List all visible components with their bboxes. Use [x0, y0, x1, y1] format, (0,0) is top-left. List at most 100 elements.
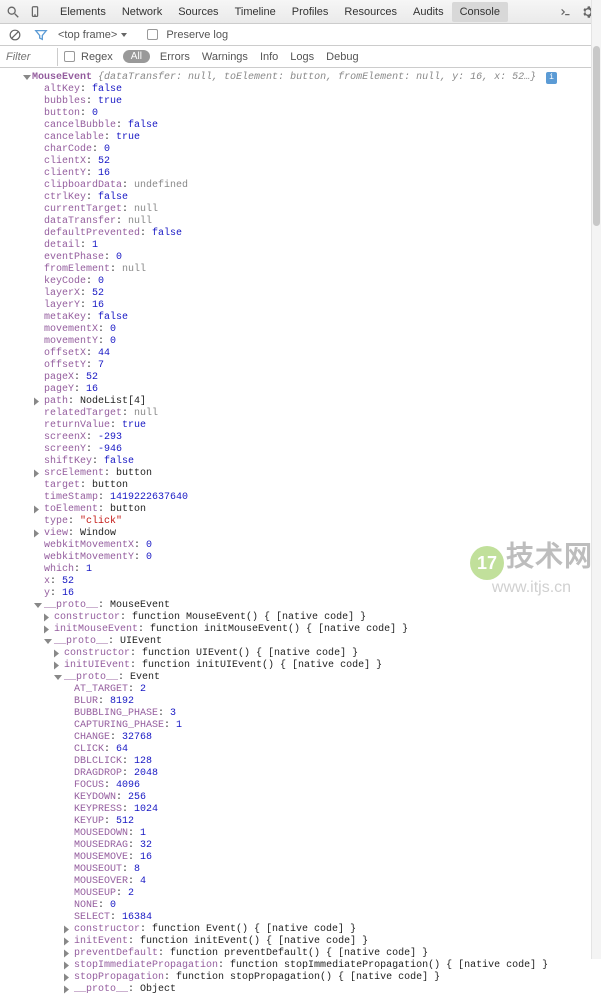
console-subbar: <top frame> Preserve log	[0, 24, 601, 46]
disclosure-triangle-icon	[34, 530, 39, 538]
disclosure-triangle-icon	[54, 650, 59, 658]
disclosure-triangle-icon	[44, 639, 52, 644]
disclosure-triangle-icon	[64, 950, 69, 958]
method-row[interactable]: stopImmediatePropagation: function stopI…	[4, 960, 601, 972]
property-row: cancelBubble: false	[4, 120, 601, 132]
tab-network[interactable]: Network	[114, 2, 170, 22]
regex-label: Regex	[75, 51, 119, 63]
property-row: x: 52	[4, 576, 601, 588]
disclosure-triangle-icon	[34, 603, 42, 608]
constant-row: CAPTURING_PHASE: 1	[4, 720, 601, 732]
property-row: target: button	[4, 480, 601, 492]
console-output: 17技术网 www.itjs.cn MouseEvent {dataTransf…	[0, 68, 601, 1000]
constant-row: CLICK: 64	[4, 744, 601, 756]
disclosure-triangle-icon	[64, 962, 69, 970]
search-icon[interactable]	[4, 3, 22, 21]
method-row[interactable]: stopPropagation: function stopPropagatio…	[4, 972, 601, 984]
level-logs[interactable]: Logs	[284, 51, 320, 63]
property-row: relatedTarget: null	[4, 408, 601, 420]
constant-row: MOUSEUP: 2	[4, 888, 601, 900]
preserve-log-checkbox[interactable]	[147, 29, 158, 40]
tab-profiles[interactable]: Profiles	[284, 2, 337, 22]
proto-row[interactable]: __proto__: MouseEvent	[4, 600, 601, 612]
constant-row: BLUR: 8192	[4, 696, 601, 708]
console-toggle-icon[interactable]	[557, 3, 575, 21]
disclosure-triangle-icon	[64, 926, 69, 934]
tab-resources[interactable]: Resources	[336, 2, 405, 22]
method-row[interactable]: preventDefault: function preventDefault(…	[4, 948, 601, 960]
property-row[interactable]: path: NodeList[4]	[4, 396, 601, 408]
constant-row: AT_TARGET: 2	[4, 684, 601, 696]
level-warnings[interactable]: Warnings	[196, 51, 254, 63]
level-all[interactable]: All	[123, 50, 150, 63]
vertical-scrollbar[interactable]	[591, 0, 601, 959]
disclosure-triangle-icon	[64, 986, 69, 994]
level-errors[interactable]: Errors	[154, 51, 196, 63]
disclosure-triangle-icon	[23, 75, 31, 80]
disclosure-triangle-icon	[44, 614, 49, 622]
disclosure-triangle-icon	[64, 938, 69, 946]
method-row[interactable]: initMouseEvent: function initMouseEvent(…	[4, 624, 601, 636]
dropdown-icon	[121, 33, 127, 37]
method-row[interactable]: initEvent: function initEvent() { [nativ…	[4, 936, 601, 948]
property-row: clipboardData: undefined	[4, 180, 601, 192]
level-debug[interactable]: Debug	[320, 51, 364, 63]
constant-row: MOUSEDRAG: 32	[4, 840, 601, 852]
property-row[interactable]: toElement: button	[4, 504, 601, 516]
property-row: offsetX: 44	[4, 348, 601, 360]
scrollbar-thumb[interactable]	[593, 46, 600, 226]
main-toolbar: ElementsNetworkSourcesTimelineProfilesRe…	[0, 0, 601, 24]
property-row: returnValue: true	[4, 420, 601, 432]
method-row[interactable]: constructor: function MouseEvent() { [na…	[4, 612, 601, 624]
device-icon[interactable]	[26, 3, 44, 21]
proto-row[interactable]: __proto__: UIEvent	[4, 636, 601, 648]
property-row: timeStamp: 1419222637640	[4, 492, 601, 504]
property-row: ctrlKey: false	[4, 192, 601, 204]
constant-row: MOUSEOVER: 4	[4, 876, 601, 888]
method-row[interactable]: constructor: function UIEvent() { [nativ…	[4, 648, 601, 660]
property-row: clientY: 16	[4, 168, 601, 180]
filter-icon[interactable]	[32, 26, 50, 44]
property-row: fromElement: null	[4, 264, 601, 276]
property-row: offsetY: 7	[4, 360, 601, 372]
clear-console-icon[interactable]	[6, 26, 24, 44]
proto-row[interactable]: __proto__: Object	[4, 984, 601, 996]
object-header[interactable]: MouseEvent {dataTransfer: null, toElemen…	[4, 72, 601, 84]
regex-checkbox[interactable]	[64, 51, 75, 62]
property-row: pageX: 52	[4, 372, 601, 384]
property-row: y: 16	[4, 588, 601, 600]
disclosure-triangle-icon	[54, 662, 59, 670]
method-row[interactable]: constructor: function Event() { [native …	[4, 924, 601, 936]
property-row: currentTarget: null	[4, 204, 601, 216]
property-row: cancelable: true	[4, 132, 601, 144]
constant-row: DBLCLICK: 128	[4, 756, 601, 768]
filter-input[interactable]	[0, 48, 58, 66]
method-row[interactable]: initUIEvent: function initUIEvent() { [n…	[4, 660, 601, 672]
constant-row: CHANGE: 32768	[4, 732, 601, 744]
property-row: layerX: 52	[4, 288, 601, 300]
property-row: webkitMovementY: 0	[4, 552, 601, 564]
tab-console[interactable]: Console	[452, 2, 508, 22]
proto-row[interactable]: __proto__: Event	[4, 672, 601, 684]
tab-audits[interactable]: Audits	[405, 2, 452, 22]
property-row: screenX: -293	[4, 432, 601, 444]
frame-label: <top frame>	[58, 29, 117, 41]
constant-row: DRAGDROP: 2048	[4, 768, 601, 780]
constant-row: FOCUS: 4096	[4, 780, 601, 792]
disclosure-triangle-icon	[64, 974, 69, 982]
info-badge: i	[546, 72, 557, 84]
property-row: keyCode: 0	[4, 276, 601, 288]
tab-sources[interactable]: Sources	[170, 2, 226, 22]
property-row: defaultPrevented: false	[4, 228, 601, 240]
property-row[interactable]: srcElement: button	[4, 468, 601, 480]
property-row: movementY: 0	[4, 336, 601, 348]
tab-timeline[interactable]: Timeline	[227, 2, 284, 22]
property-row: movementX: 0	[4, 324, 601, 336]
panel-tabs: ElementsNetworkSourcesTimelineProfilesRe…	[52, 2, 508, 22]
level-info[interactable]: Info	[254, 51, 284, 63]
frame-selector[interactable]: <top frame>	[58, 29, 127, 41]
property-row[interactable]: view: Window	[4, 528, 601, 540]
property-row: clientX: 52	[4, 156, 601, 168]
tab-elements[interactable]: Elements	[52, 2, 114, 22]
property-row: screenY: -946	[4, 444, 601, 456]
